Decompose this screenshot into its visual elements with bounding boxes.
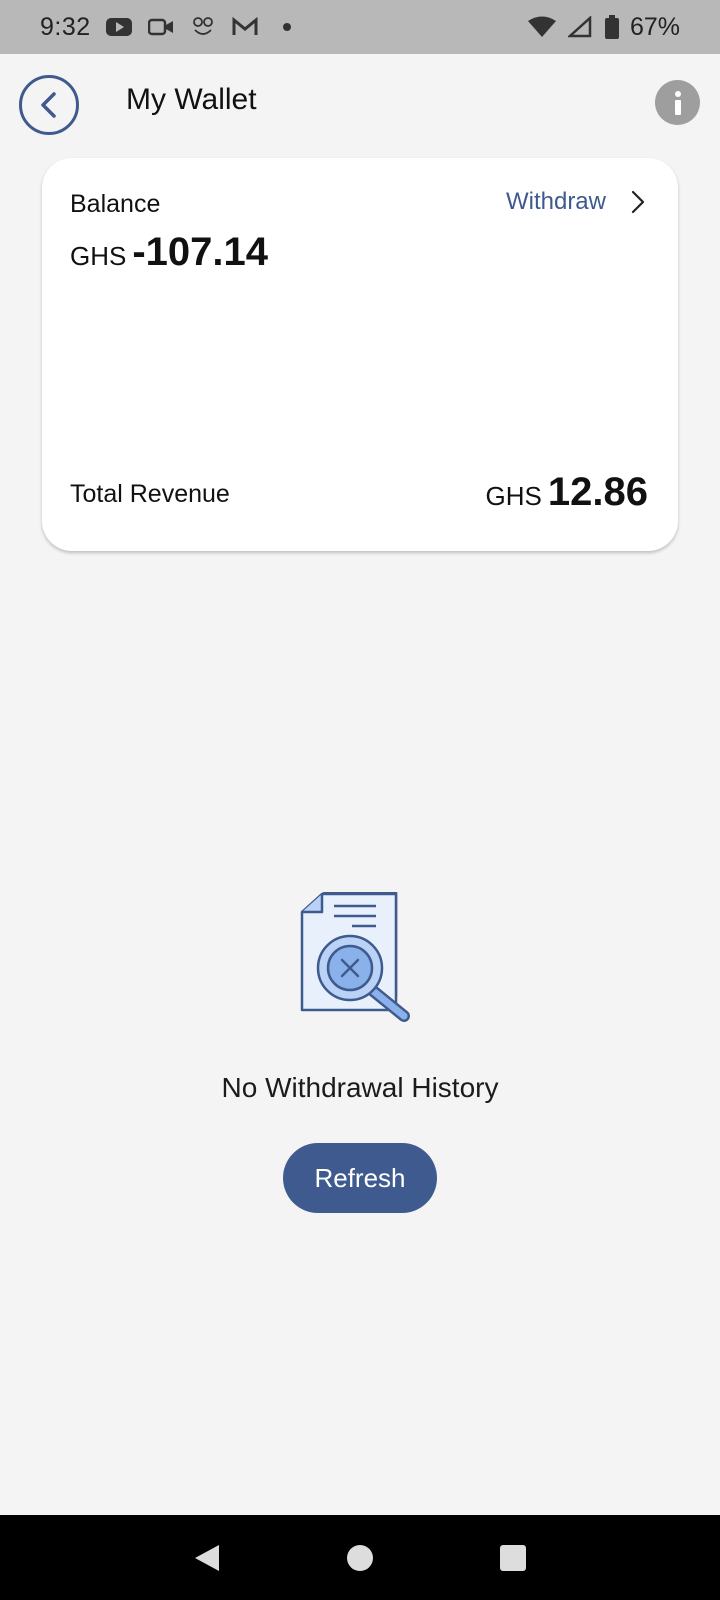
chevron-left-icon bbox=[41, 92, 56, 118]
info-icon bbox=[674, 90, 681, 115]
back-button[interactable] bbox=[19, 75, 79, 135]
total-revenue-label: Total Revenue bbox=[70, 480, 230, 508]
status-bar: 9:32 67% bbox=[0, 0, 720, 54]
withdraw-link[interactable]: Withdraw bbox=[506, 188, 648, 216]
status-left: 9:32 bbox=[40, 13, 301, 42]
balance-value: GHS -107.14 bbox=[70, 230, 268, 275]
status-right: 67% bbox=[527, 12, 680, 42]
wallet-card: Balance Withdraw GHS -107.14 Total Reven… bbox=[42, 158, 678, 551]
balance-amount: -107.14 bbox=[132, 230, 269, 274]
signal-icon bbox=[566, 15, 594, 39]
wifi-icon bbox=[527, 15, 556, 39]
battery-icon bbox=[604, 15, 620, 39]
gmail-icon bbox=[231, 15, 259, 39]
no-results-document-icon bbox=[300, 890, 420, 1032]
revenue-currency: GHS bbox=[485, 481, 542, 511]
revenue-amount: 12.86 bbox=[547, 470, 648, 514]
total-revenue-value: GHS 12.86 bbox=[486, 470, 648, 515]
video-camera-icon bbox=[147, 15, 175, 39]
page-title: My Wallet bbox=[126, 83, 257, 116]
withdraw-label: Withdraw bbox=[505, 188, 606, 215]
empty-state-message: No Withdrawal History bbox=[221, 1072, 499, 1103]
dot-icon bbox=[273, 15, 301, 39]
refresh-button[interactable]: Refresh bbox=[283, 1143, 437, 1213]
system-navigation-bar bbox=[0, 1515, 720, 1600]
nav-recents-button[interactable] bbox=[493, 1538, 533, 1578]
circle-home-icon bbox=[346, 1544, 373, 1571]
square-recents-icon bbox=[500, 1544, 527, 1571]
youtube-icon bbox=[105, 15, 133, 39]
status-time: 9:32 bbox=[40, 12, 91, 41]
info-button[interactable] bbox=[655, 80, 700, 125]
nav-back-button[interactable] bbox=[187, 1538, 227, 1578]
battery-percentage: 67% bbox=[629, 12, 680, 41]
balance-currency: GHS bbox=[70, 241, 127, 271]
app-header: My Wallet bbox=[0, 54, 720, 158]
balance-label: Balance bbox=[70, 190, 161, 218]
chevron-right-icon bbox=[630, 189, 648, 215]
pets-icon bbox=[189, 15, 217, 39]
nav-home-button[interactable] bbox=[340, 1538, 380, 1578]
triangle-back-icon bbox=[194, 1544, 219, 1571]
